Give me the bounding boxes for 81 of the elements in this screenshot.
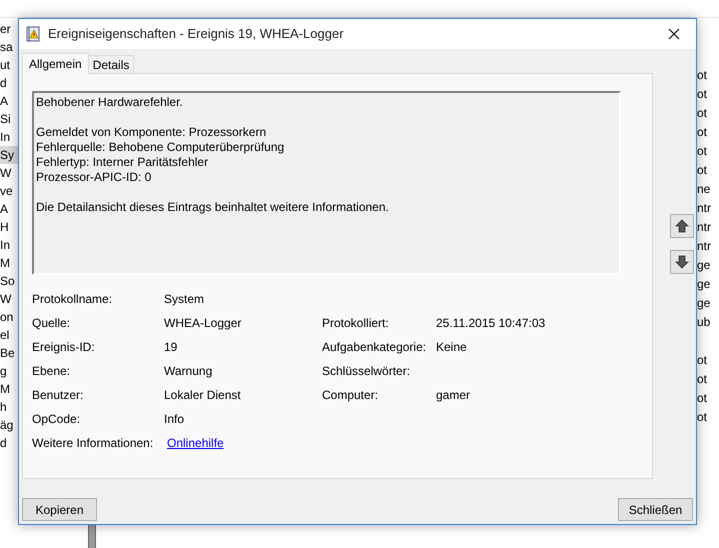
splitter[interactable] <box>88 525 96 548</box>
property-value: 25.11.2015 10:47:03 <box>436 315 546 332</box>
description-line: Gemeldet von Komponente: Prozessorkern <box>36 125 268 140</box>
list-row-fragment[interactable]: d <box>0 74 18 92</box>
property-label: Weitere Informationen: <box>32 435 154 452</box>
list-row-fragment[interactable]: h <box>0 398 18 416</box>
list-row-fragment[interactable]: ntr <box>697 199 712 218</box>
list-row-fragment[interactable]: ot <box>697 123 712 142</box>
previous-event-button[interactable] <box>670 214 694 238</box>
property-value: System <box>164 291 204 308</box>
property-label: Protokolliert: <box>322 315 390 332</box>
description-line: Fehlertyp: Interner Paritätsfehler <box>36 155 210 170</box>
list-row-fragment[interactable]: H <box>0 218 18 236</box>
list-row-fragment[interactable]: sa <box>0 38 18 56</box>
copy-button[interactable]: Kopieren <box>22 498 97 521</box>
list-row-fragment[interactable]: ot <box>697 142 712 161</box>
list-row-fragment[interactable]: ne <box>697 180 712 199</box>
help-link[interactable]: Onlinehilfe <box>167 434 224 452</box>
down-arrow-icon <box>675 255 689 269</box>
property-label: OpCode: <box>32 411 82 428</box>
list-row-fragment[interactable]: ot <box>697 351 712 370</box>
list-row-fragment[interactable]: ntr <box>697 218 712 237</box>
list-row-fragment[interactable]: äg <box>0 416 18 434</box>
list-row-fragment[interactable]: ot <box>697 104 712 123</box>
list-row-fragment[interactable]: g <box>0 362 18 380</box>
list-row-fragment[interactable]: W <box>0 164 18 182</box>
tab[interactable]: Allgemein <box>22 53 89 74</box>
property-label: Ereignis-ID: <box>32 339 96 356</box>
description-line: Die Detailansicht dieses Eintrags beinhaltet weitere Informationen. <box>36 200 390 215</box>
list-row-fragment[interactable]: ot <box>697 370 712 389</box>
list-row-fragment[interactable]: In <box>0 236 18 254</box>
list-row-fragment[interactable]: ot <box>697 161 712 180</box>
list-row-fragment[interactable]: ve <box>0 182 18 200</box>
event-log-icon <box>25 26 41 42</box>
list-row-fragment[interactable]: ot <box>697 408 712 427</box>
description-line: Prozessor-APIC-ID: 0 <box>36 170 152 185</box>
property-label: Schlüsselwörter: <box>322 363 412 380</box>
list-row-fragment[interactable]: ut <box>0 56 18 74</box>
property-value: Keine <box>436 339 467 356</box>
list-row-fragment[interactable]: ot <box>697 389 712 408</box>
list-row-fragment[interactable]: A <box>0 200 18 218</box>
description-line: Fehlerquelle: Behobene Computerüberprüfung <box>36 140 286 155</box>
property-value: WHEA-Logger <box>164 315 242 332</box>
list-row-fragment[interactable]: Sy <box>0 146 18 164</box>
close-icon <box>668 28 680 40</box>
window-title: Ereigniseigenschaften - Ereignis 19, WHEA-Logger <box>48 25 344 44</box>
property-value: 19 <box>164 339 178 356</box>
list-row-fragment[interactable]: So <box>0 272 18 290</box>
property-label: Computer: <box>322 387 380 404</box>
tab[interactable]: Details <box>88 55 134 73</box>
up-arrow-icon <box>675 219 689 233</box>
property-label: Protokollname: <box>32 291 114 308</box>
description-line: Behobener Hardwarefehler. <box>36 95 184 110</box>
list-row-fragment[interactable]: A <box>0 92 18 110</box>
list-row-fragment[interactable]: ub <box>697 313 712 332</box>
property-label: Benutzer: <box>32 387 84 404</box>
list-row-fragment[interactable]: on <box>0 308 18 326</box>
list-row-fragment[interactable]: d <box>0 434 18 452</box>
list-row-fragment[interactable]: Si <box>0 110 18 128</box>
list-row-fragment[interactable]: ge <box>697 256 712 275</box>
close-dialog-button[interactable]: Schließen <box>618 498 693 521</box>
list-row-fragment[interactable]: M <box>0 380 18 398</box>
property-value: Warnung <box>164 363 212 380</box>
property-value: Info <box>164 411 184 428</box>
list-row-fragment[interactable]: er <box>0 20 18 38</box>
list-row-fragment[interactable]: ge <box>697 294 712 313</box>
list-row-fragment[interactable]: W <box>0 290 18 308</box>
property-label: Ebene: <box>32 363 72 380</box>
property-value: Lokaler Dienst <box>164 387 241 404</box>
list-row-fragment[interactable]: el <box>0 326 18 344</box>
list-row-fragment[interactable]: ot <box>697 66 712 85</box>
list-row-fragment[interactable]: In <box>0 128 18 146</box>
list-row-fragment[interactable]: Be <box>0 344 18 362</box>
property-label: Quelle: <box>32 315 72 332</box>
next-event-button[interactable] <box>670 250 694 274</box>
list-row-fragment[interactable]: ntr <box>697 237 712 256</box>
list-row-fragment[interactable]: ge <box>697 275 712 294</box>
property-value: gamer <box>436 387 470 404</box>
property-label: Aufgabenkategorie: <box>322 339 428 356</box>
list-row-fragment[interactable]: M <box>0 254 18 272</box>
list-row-fragment[interactable]: ot <box>697 85 712 104</box>
